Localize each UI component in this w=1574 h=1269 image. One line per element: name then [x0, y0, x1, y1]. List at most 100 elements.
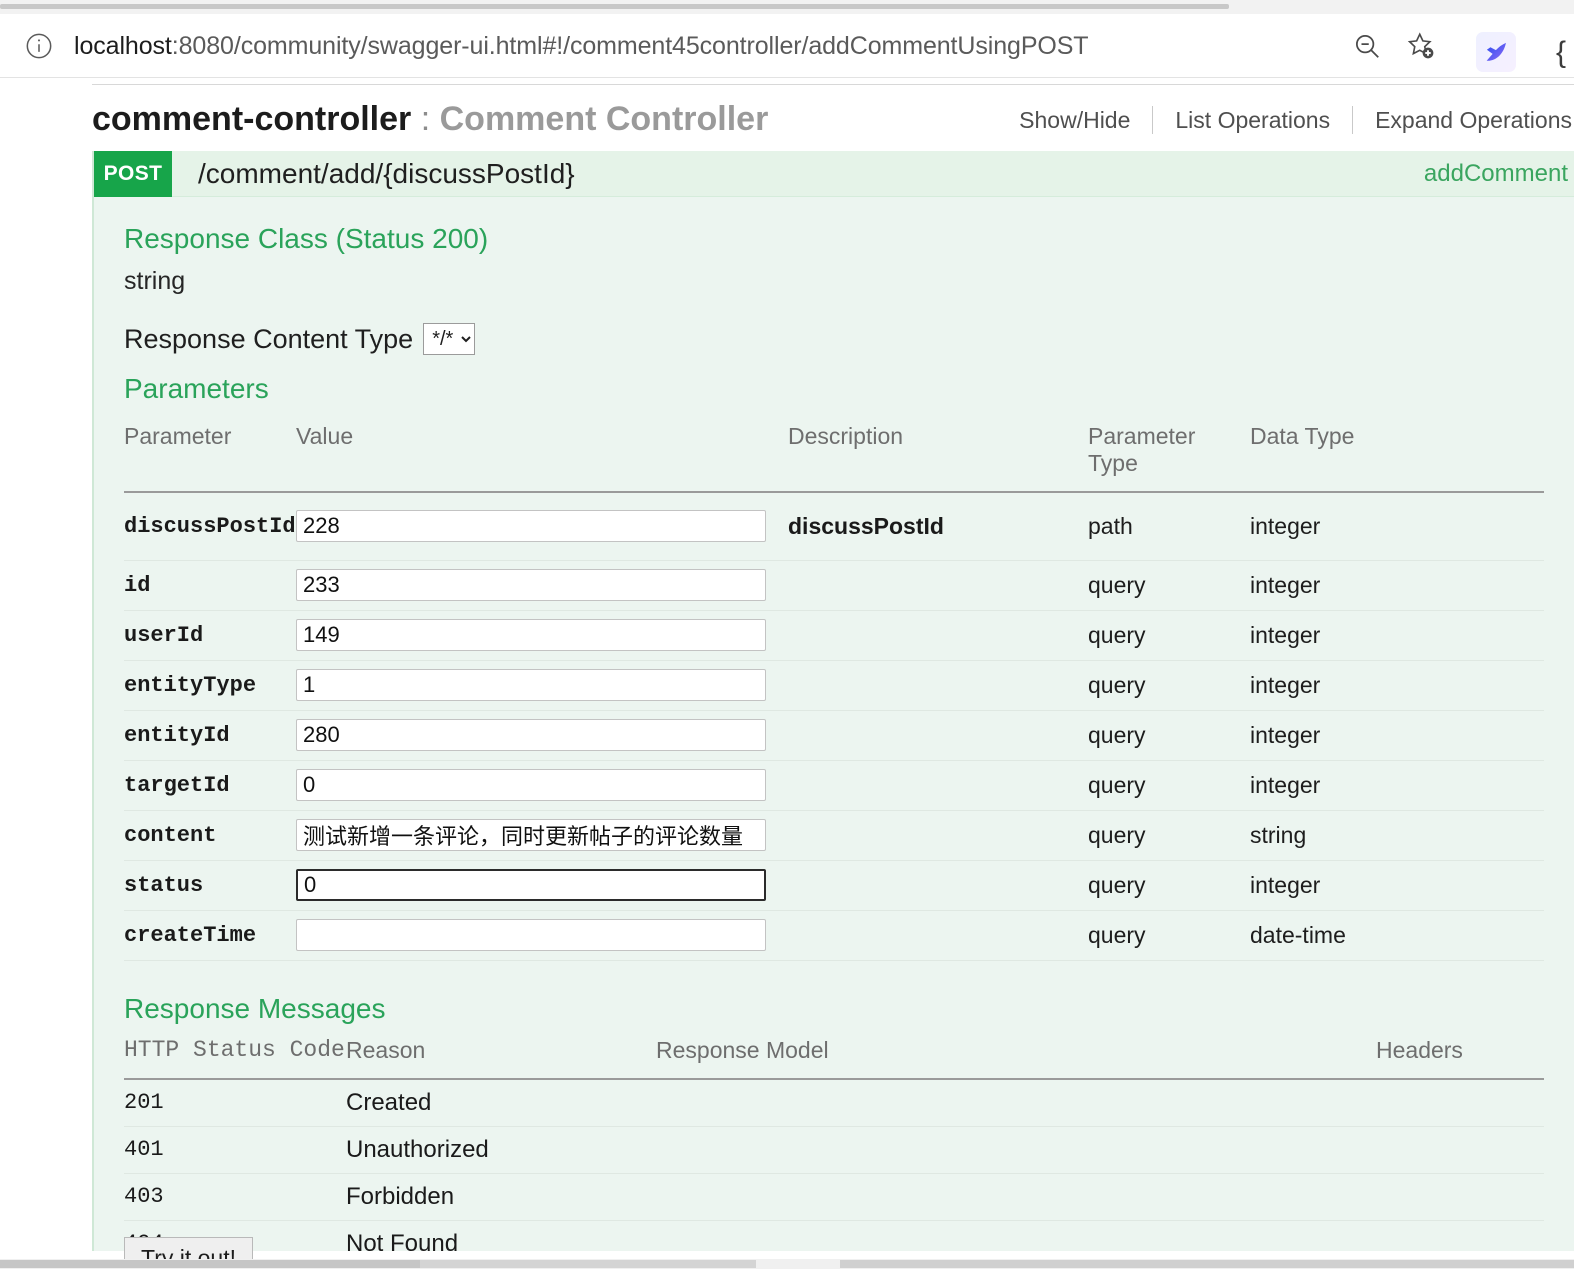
http-method-badge: POST	[94, 151, 172, 197]
parameter-name-label: userId	[124, 622, 204, 648]
parameter-value-cell	[296, 610, 788, 661]
response-content-type-select[interactable]: */*	[423, 323, 476, 355]
expand-operations-link[interactable]: Expand Operations	[1353, 107, 1574, 134]
parameter-row: userId queryinteger	[124, 610, 1544, 661]
parameter-row: id queryinteger	[124, 560, 1544, 611]
list-operations-link[interactable]: List Operations	[1153, 107, 1352, 134]
parameter-description	[788, 660, 1088, 711]
parameter-name: status	[124, 860, 296, 911]
parameter-description	[788, 560, 1088, 611]
col-header-response-model: Response Model	[656, 1037, 1376, 1080]
page-viewport: comment-controller : Comment Controller …	[0, 79, 1574, 1259]
parameter-row: entityType queryinteger	[124, 660, 1544, 711]
show-hide-link[interactable]: Show/Hide	[997, 107, 1152, 134]
parameter-input-entityType[interactable]	[296, 669, 766, 701]
info-circle-icon[interactable]	[16, 23, 62, 69]
response-headers	[1376, 1079, 1544, 1127]
response-content-type-label: Response Content Type	[124, 323, 414, 354]
operation-header[interactable]: POST /comment/add/{discussPostId} addCom…	[94, 151, 1574, 197]
address-bar-url[interactable]: localhost:8080/community/swagger-ui.html…	[62, 32, 1340, 61]
parameter-data-type: integer	[1250, 492, 1544, 561]
parameter-input-targetId[interactable]	[296, 769, 766, 801]
operation-path[interactable]: /comment/add/{discussPostId}	[198, 151, 575, 197]
try-it-out-button[interactable]: Try it out!	[124, 1237, 253, 1259]
col-header-data-type: Data Type	[1250, 419, 1544, 493]
parameter-value-cell	[296, 710, 788, 761]
response-status-code: 403	[124, 1173, 346, 1221]
col-header-headers: Headers	[1376, 1037, 1544, 1080]
parameter-type: query	[1088, 710, 1250, 761]
parameters-table: Parameter Value Description Parameter Typ…	[124, 419, 1544, 961]
parameter-input-id[interactable]	[296, 569, 766, 601]
resource-name[interactable]: comment-controller	[92, 100, 411, 138]
parameter-value-cell	[296, 760, 788, 811]
browser-toolbar: localhost:8080/community/swagger-ui.html…	[0, 14, 1574, 78]
horizontal-scrollbar[interactable]	[0, 1259, 1574, 1269]
response-messages-header-row: HTTP Status Code Reason Response Model H…	[124, 1037, 1544, 1080]
response-headers	[1376, 1220, 1544, 1259]
col-header-parameter: Parameter	[124, 419, 296, 493]
response-model	[656, 1173, 1376, 1221]
bird-extension-icon[interactable]	[1476, 32, 1516, 72]
add-favorite-star-icon[interactable]	[1394, 20, 1448, 72]
parameter-description: discussPostId	[788, 492, 1088, 561]
parameter-row: status queryinteger	[124, 860, 1544, 911]
brace-extension-icon[interactable]: {	[1556, 36, 1574, 70]
resource-description: Comment Controller	[439, 100, 769, 138]
response-content-type-row: Response Content Type */*	[124, 323, 476, 355]
col-header-http-status-code: HTTP Status Code	[124, 1037, 346, 1080]
response-messages-heading: Response Messages	[124, 993, 386, 1024]
operation-block: POST /comment/add/{discussPostId} addCom…	[92, 151, 1574, 1259]
parameter-input-discussPostId[interactable]	[296, 510, 766, 543]
parameter-value-cell	[296, 492, 788, 561]
parameter-name-label: content	[124, 822, 217, 848]
parameter-type: query	[1088, 660, 1250, 711]
col-header-description: Description	[788, 419, 1088, 493]
parameter-data-type: integer	[1250, 560, 1544, 611]
parameter-name: content	[124, 810, 296, 861]
parameter-input-status[interactable]	[296, 869, 766, 901]
operation-nickname[interactable]: addComment	[1424, 151, 1568, 197]
response-message-row: 404Not Found	[124, 1220, 1544, 1259]
response-reason: Not Found	[346, 1229, 459, 1257]
response-reason: Forbidden	[346, 1173, 656, 1221]
url-path: :8080/community/swagger-ui.html#!/commen…	[171, 31, 1089, 60]
parameter-data-type: integer	[1250, 660, 1544, 711]
parameter-input-content[interactable]	[296, 819, 766, 851]
address-bar[interactable]: localhost:8080/community/swagger-ui.html…	[8, 20, 1448, 72]
col-header-parameter-type-line1: Parameter	[1088, 423, 1196, 449]
parameter-input-createTime[interactable]	[296, 919, 766, 951]
parameter-data-type: string	[1250, 810, 1544, 861]
response-reason: Unauthorized	[346, 1126, 656, 1174]
scrollbar-thumb-right[interactable]	[840, 1260, 1574, 1268]
parameter-description	[788, 810, 1088, 861]
browser-tab-strip[interactable]	[0, 0, 1574, 14]
response-model	[656, 1220, 1376, 1259]
parameter-row: targetId queryinteger	[124, 760, 1544, 811]
response-message-row: 403 Forbidden	[124, 1173, 1544, 1221]
scrollbar-thumb[interactable]	[0, 1260, 420, 1268]
response-class-heading: Response Class (Status 200)	[124, 223, 489, 254]
parameter-value-cell	[296, 860, 788, 911]
response-model	[656, 1126, 1376, 1174]
parameter-description	[788, 910, 1088, 961]
response-class-type: string	[124, 267, 186, 295]
parameter-type: query	[1088, 610, 1250, 661]
parameter-value-cell	[296, 910, 788, 961]
parameter-name: discussPostId	[124, 492, 296, 561]
parameter-name-label: id	[124, 572, 151, 598]
parameter-input-entityId[interactable]	[296, 719, 766, 751]
zoom-out-icon[interactable]	[1340, 20, 1394, 72]
response-message-row: 401 Unauthorized	[124, 1126, 1544, 1174]
parameter-data-type: integer	[1250, 610, 1544, 661]
response-headers	[1376, 1173, 1544, 1221]
scrollbar-track[interactable]	[420, 1260, 756, 1268]
parameter-type: path	[1088, 492, 1250, 561]
parameter-input-userId[interactable]	[296, 619, 766, 651]
parameter-description	[788, 710, 1088, 761]
parameters-table-body: discussPostIddiscussPostIdpathintegeridq…	[124, 492, 1544, 961]
parameter-name-label: discussPostId	[124, 513, 296, 539]
response-model	[656, 1079, 1376, 1127]
parameter-name: id	[124, 560, 296, 611]
col-header-value: Value	[296, 419, 788, 493]
